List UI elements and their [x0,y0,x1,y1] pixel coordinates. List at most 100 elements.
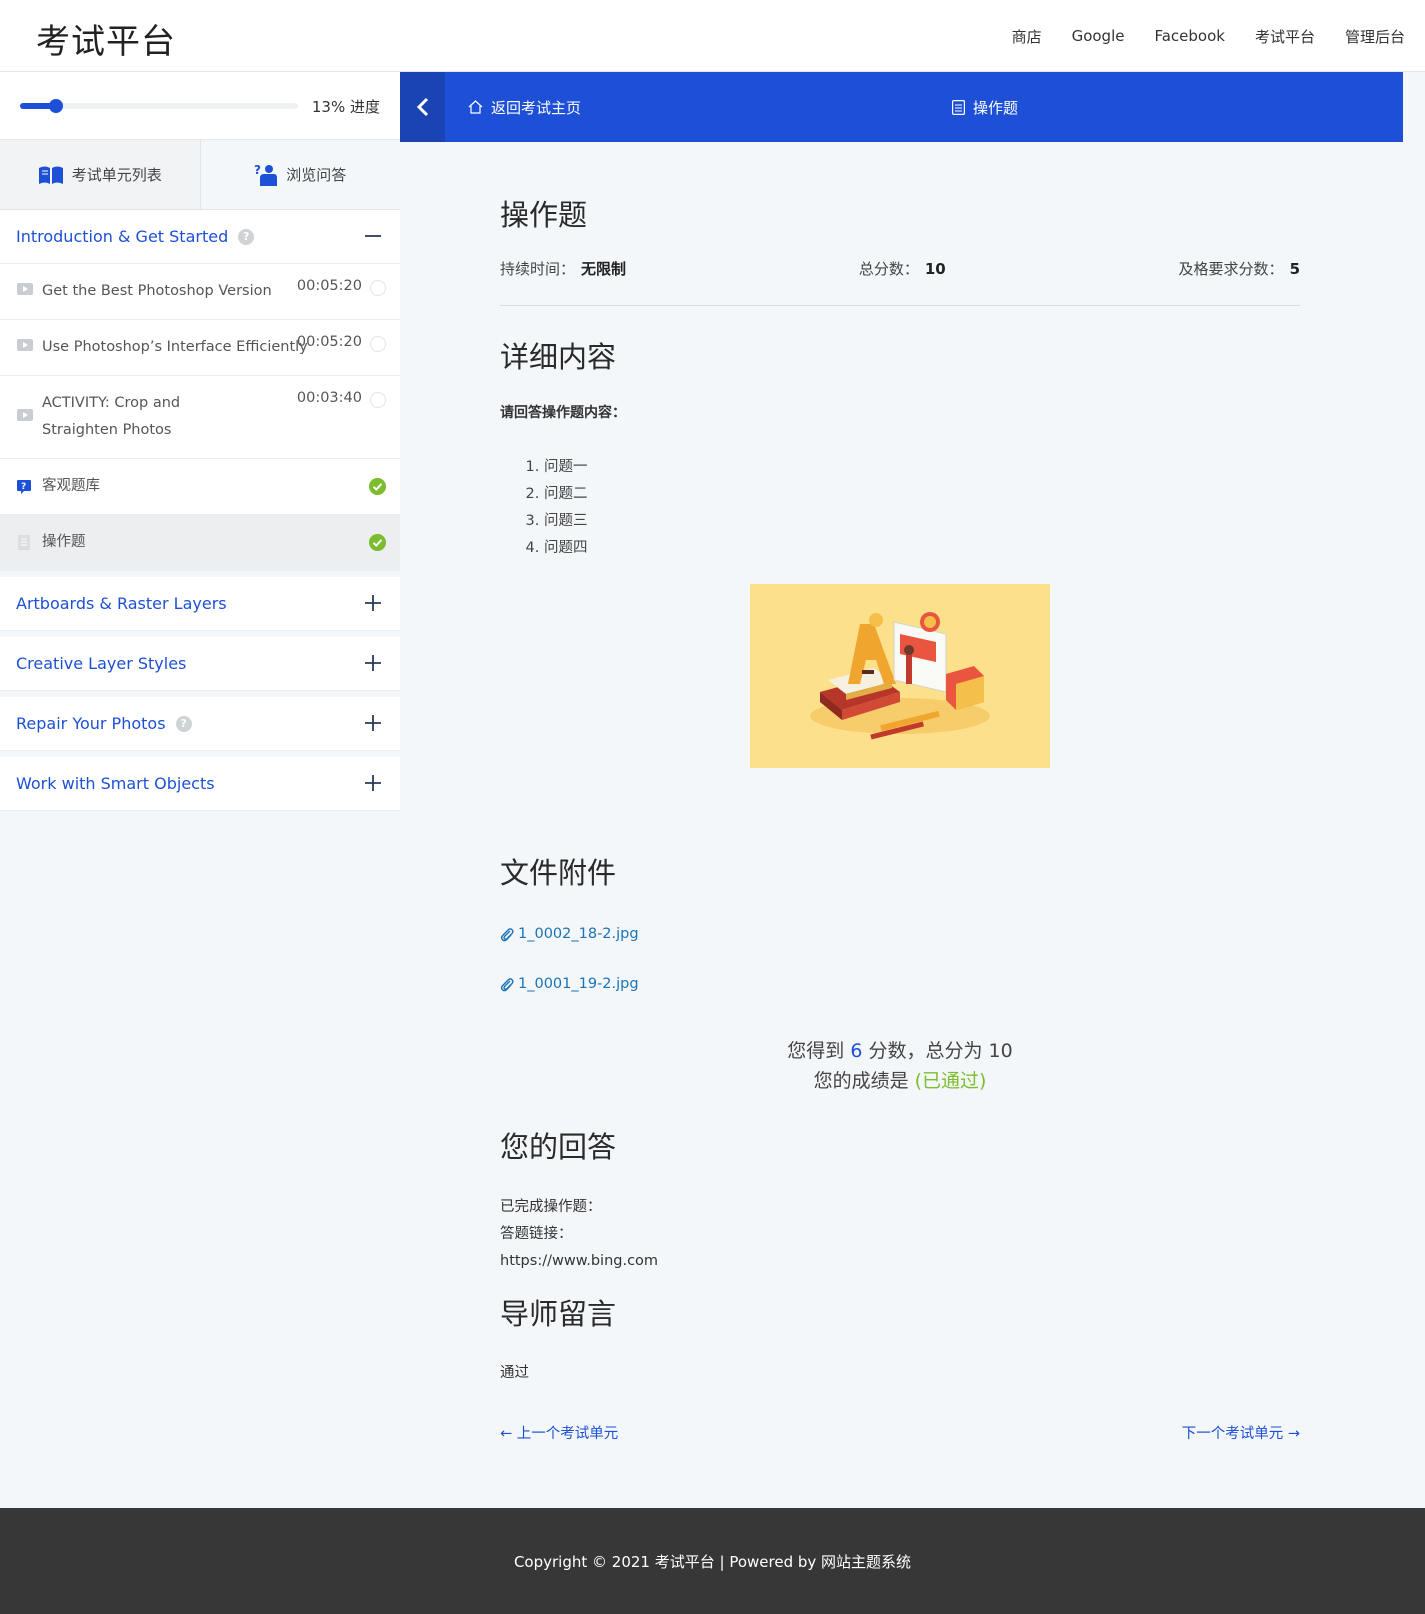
tab-browse-qa[interactable]: ? 浏览问答 [199,140,400,209]
back-to-exam-home-link[interactable]: 返回考试主页 [468,72,581,142]
list-item: 问题三 [544,508,1300,535]
section-title: Repair Your Photos [16,714,166,733]
lesson-item-assignment[interactable]: 操作题 [0,515,400,571]
lesson-item[interactable]: Use Photoshop’s Interface Efficiently 00… [0,320,400,376]
svg-text:?: ? [254,163,261,177]
tab-unit-list[interactable]: 考试单元列表 [0,140,200,209]
site-footer: Copyright © 2021 考试平台 | Powered by 网站主题系… [0,1508,1425,1614]
expand-icon[interactable] [364,654,382,672]
main-content: 操作题 持续时间： 无限制 总分数： 10 及格要求分数： 5 详细内容 请回答操作题… [500,142,1300,1443]
result-prefix: 您的成绩是 [813,1070,915,1092]
paperclip-icon [500,977,514,991]
current-unit-label: 操作题 [973,98,1019,117]
attachment-filename: 1_0001_19-2.jpg [518,976,639,992]
expand-icon[interactable] [364,714,382,732]
svg-text:?: ? [21,482,26,492]
progress-bar [20,99,298,113]
result-line: 您的成绩是 (已通过) [500,1066,1300,1096]
mentor-comment-heading: 导师留言 [500,1297,617,1331]
list-item: 问题四 [544,535,1300,562]
completed-check-icon [369,478,386,495]
current-unit-title: 操作题 [952,72,1018,142]
your-answer-heading: 您的回答 [500,1130,617,1164]
tab-browse-qa-label: 浏览问答 [286,166,347,184]
detail-heading: 详细内容 [500,340,617,374]
score-summary: 您得到 6 分数，总分为 10 您的成绩是 (已通过) [500,1036,1300,1096]
expand-icon[interactable] [364,774,382,792]
list-item: 问题二 [544,481,1300,508]
score-value: 6 [850,1040,863,1062]
duration-value: 无限制 [581,260,627,278]
expand-icon[interactable] [364,594,382,612]
unit-pagination: ← 上一个考试单元 下一个考试单元 → [500,1422,1300,1443]
quiz-icon: ? [17,480,31,494]
prev-unit-link[interactable]: ← 上一个考试单元 [500,1422,618,1443]
video-icon [17,409,33,421]
incomplete-circle-icon [370,280,386,296]
mentor-comment: 通过 [500,1365,529,1381]
nav-link-shop[interactable]: 商店 [1012,26,1042,47]
copyright-text: Copyright © 2021 考试平台 | Powered by 网站主题系… [513,1552,912,1571]
next-unit-link[interactable]: 下一个考试单元 → [1182,1422,1300,1443]
top-bar: 考试平台 商店 Google Facebook 考试平台 管理后台 [0,0,1425,72]
total-score-label: 总分数： [858,260,919,278]
page-title: 操作题 [500,198,588,232]
video-icon [17,339,33,351]
answer-link[interactable]: https://www.bing.com [500,1248,1300,1275]
answer-line: 已完成操作题： [500,1199,602,1215]
progress-area: 13% 进度 [0,72,400,140]
answer-content: 已完成操作题： 答题链接： https://www.bing.com [500,1194,1300,1275]
sidebar-tabs: 考试单元列表 ? 浏览问答 [0,140,400,210]
nav-link-google[interactable]: Google [1072,27,1125,45]
illustration-image [750,584,1050,768]
section-title: Introduction & Get Started [16,227,229,246]
lesson-title: 操作题 [42,534,86,550]
collapse-icon[interactable] [364,227,382,245]
lesson-item[interactable]: Get the Best Photoshop Version 00:05:20 [0,264,400,320]
total-score-info: 总分数： 10 [859,258,946,279]
nav-link-admin[interactable]: 管理后台 [1345,26,1405,47]
help-icon[interactable]: ? [238,228,255,245]
nav-link-exam-platform[interactable]: 考试平台 [1255,26,1315,47]
section-work-with-smart-objects[interactable]: Work with Smart Objects [0,757,400,811]
unit-meta: 持续时间： 无限制 总分数： 10 及格要求分数： 5 [500,258,1300,306]
pass-score-label: 及格要求分数： [1178,260,1284,278]
completed-check-icon [369,534,386,551]
lesson-item[interactable]: ACTIVITY: Crop and Straighten Photos 00:… [0,376,400,459]
section-intro-get-started[interactable]: Introduction & Get Started ? [0,210,400,264]
site-logo[interactable]: 考试平台 [36,14,176,63]
document-icon [952,99,965,115]
study-illustration [810,612,990,740]
document-icon [18,535,30,550]
score-suffix: 分数，总分为 10 [862,1040,1013,1062]
lesson-title: 客观题库 [42,478,100,494]
help-icon[interactable]: ? [175,715,192,732]
nav-link-facebook[interactable]: Facebook [1154,27,1224,45]
section-artboards-raster-layers[interactable]: Artboards & Raster Layers [0,577,400,631]
pass-score-info: 及格要求分数： 5 [1179,258,1300,279]
attachment-filename: 1_0002_18-2.jpg [518,926,639,942]
sidebar-toggle-button[interactable] [400,72,445,142]
score-prefix: 您得到 [787,1040,851,1062]
section-repair-your-photos[interactable]: Repair Your Photos ? [0,697,400,751]
lesson-duration: 00:05:20 [296,334,362,350]
attachment-link[interactable]: 1_0001_19-2.jpg [500,976,1300,992]
tab-unit-list-label: 考试单元列表 [71,166,162,184]
incomplete-circle-icon [370,392,386,408]
section-creative-layer-styles[interactable]: Creative Layer Styles [0,637,400,691]
attachment-link[interactable]: 1_0002_18-2.jpg [500,926,1300,942]
section-title: Work with Smart Objects [16,774,215,793]
progress-label: 13% 进度 [311,98,380,116]
lesson-item-quiz[interactable]: ? 客观题库 [0,459,400,515]
content-header-bar: 返回考试主页 操作题 [400,72,1403,142]
list-item: 问题一 [544,454,1300,481]
chevron-left-icon [416,97,428,117]
top-nav: 商店 Google Facebook 考试平台 管理后台 [1012,0,1405,72]
book-icon [38,166,63,184]
paperclip-icon [500,927,514,941]
answer-line: 答题链接： [500,1226,573,1242]
back-to-exam-home-label: 返回考试主页 [491,98,582,117]
course-sidebar: 13% 进度 考试单元列表 ? 浏览问答 Introduction & Get … [0,72,400,811]
question-list: 问题一 问题二 问题三 问题四 [500,454,1300,562]
lesson-duration: 00:03:40 [296,390,362,406]
